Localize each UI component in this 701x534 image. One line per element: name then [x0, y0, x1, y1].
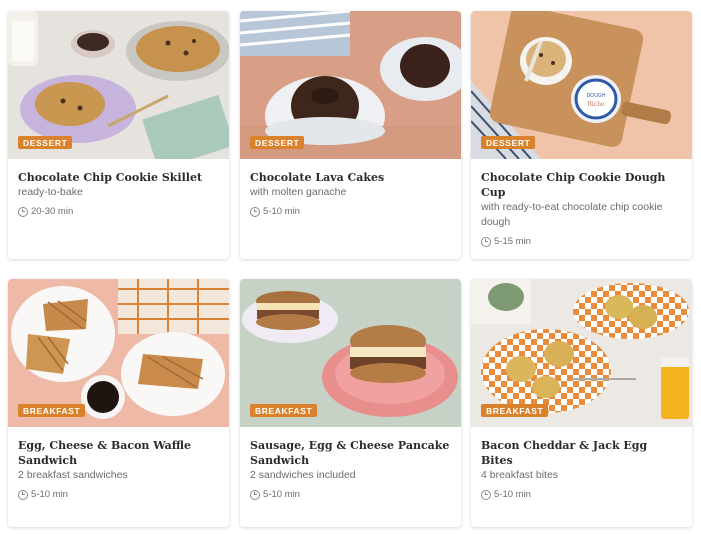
- product-title[interactable]: Sausage, Egg & Cheese Pancake Sandwich: [250, 438, 451, 468]
- product-photo[interactable]: BREAKFAST: [471, 279, 692, 427]
- prep-time: 5-15 min: [481, 236, 682, 247]
- prep-time: 20-30 min: [18, 206, 219, 217]
- svg-text:Riche: Riche: [587, 101, 605, 108]
- product-card-egg-bites[interactable]: BREAKFAST Bacon Cheddar & Jack Egg Bites…: [471, 279, 692, 527]
- product-title[interactable]: Chocolate Chip Cookie Skillet: [18, 170, 219, 185]
- clock-icon: [481, 489, 491, 500]
- product-subtitle: with molten ganache: [250, 186, 347, 198]
- product-card-cookie-skillet[interactable]: DESSERT Chocolate Chip Cookie Skillet re…: [8, 11, 229, 259]
- product-photo[interactable]: BREAKFAST: [8, 279, 229, 427]
- product-photo[interactable]: DOUGH Riche DESSERT: [471, 11, 692, 159]
- product-photo[interactable]: DESSERT: [240, 11, 461, 159]
- prep-time-value: 5-10 min: [31, 489, 68, 500]
- product-subtitle: 2 sandwiches included: [250, 469, 356, 481]
- clock-icon: [481, 236, 491, 247]
- prep-time: 5-10 min: [18, 489, 219, 500]
- category-badge: BREAKFAST: [481, 403, 549, 417]
- category-badge: DESSERT: [250, 135, 305, 149]
- product-subtitle: ready-to-bake: [18, 186, 83, 198]
- product-title[interactable]: Bacon Cheddar & Jack Egg Bites: [481, 438, 682, 468]
- product-subtitle: with ready-to-eat chocolate chip cookie …: [481, 201, 663, 228]
- prep-time-value: 5-15 min: [494, 236, 531, 247]
- clock-icon: [18, 489, 28, 500]
- cup-lid-text: DOUGH: [586, 93, 605, 99]
- prep-time: 5-10 min: [481, 489, 682, 500]
- clock-icon: [18, 206, 28, 217]
- product-subtitle: 4 breakfast bites: [481, 469, 559, 481]
- product-card-waffle-sandwich[interactable]: BREAKFAST Egg, Cheese & Bacon Waffle San…: [8, 279, 229, 527]
- product-photo[interactable]: DESSERT: [8, 11, 229, 159]
- category-badge: DESSERT: [18, 135, 73, 149]
- prep-time: 5-10 min: [250, 206, 451, 217]
- product-card-pancake-sandwich[interactable]: BREAKFAST Sausage, Egg & Cheese Pancake …: [240, 279, 461, 527]
- prep-time-value: 5-10 min: [263, 489, 300, 500]
- clock-icon: [250, 489, 260, 500]
- product-title[interactable]: Chocolate Lava Cakes: [250, 170, 451, 185]
- category-badge: BREAKFAST: [250, 403, 318, 417]
- product-photo[interactable]: BREAKFAST: [240, 279, 461, 427]
- prep-time-value: 20-30 min: [31, 206, 74, 217]
- prep-time: 5-10 min: [250, 489, 451, 500]
- product-card-cookie-dough-cup[interactable]: DOUGH Riche DESSERT Chocolate Chip Cooki…: [471, 11, 692, 259]
- prep-time-value: 5-10 min: [263, 206, 300, 217]
- product-subtitle: 2 breakfast sandwiches: [18, 469, 128, 481]
- product-title[interactable]: Egg, Cheese & Bacon Waffle Sandwich: [18, 438, 219, 468]
- clock-icon: [250, 206, 260, 217]
- product-title[interactable]: Chocolate Chip Cookie Dough Cup: [481, 170, 682, 200]
- category-badge: BREAKFAST: [18, 403, 86, 417]
- prep-time-value: 5-10 min: [494, 489, 531, 500]
- product-card-lava-cakes[interactable]: DESSERT Chocolate Lava Cakes with molten…: [240, 11, 461, 259]
- category-badge: DESSERT: [481, 135, 536, 149]
